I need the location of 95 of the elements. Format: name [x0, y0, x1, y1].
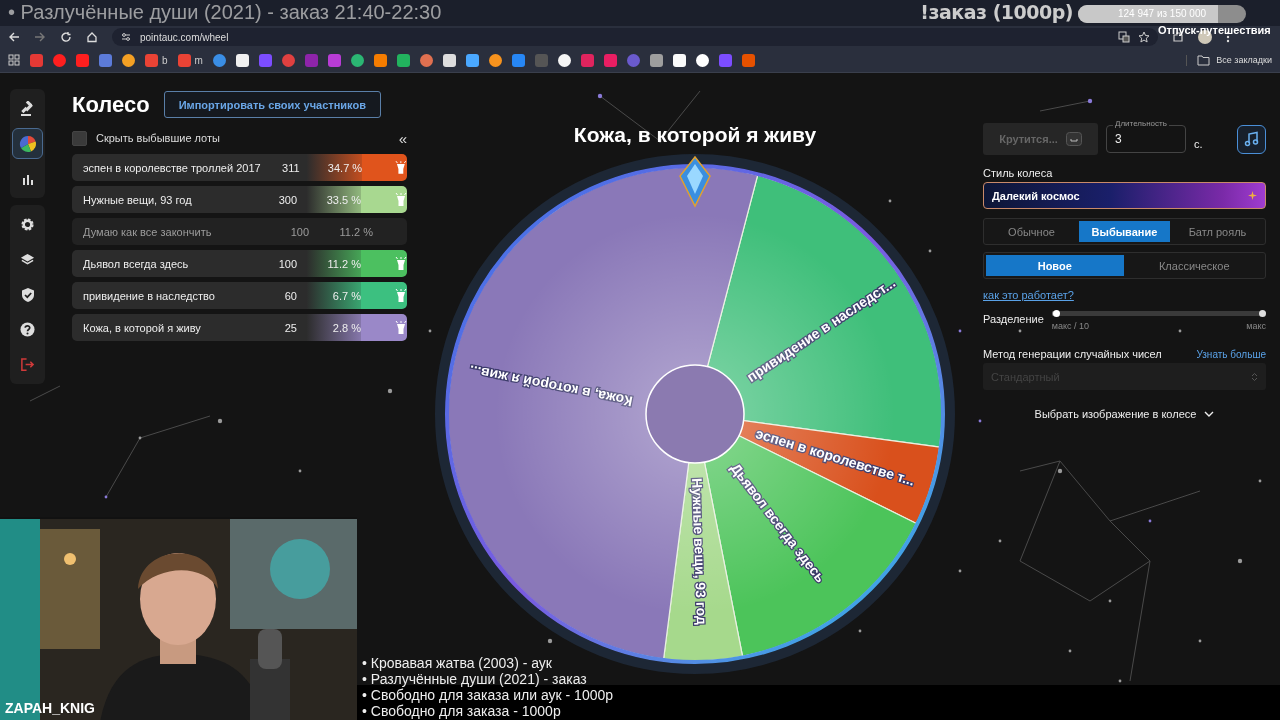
all-bookmarks-link[interactable]: Все закладки	[1216, 55, 1272, 65]
schedule-line: • Свободно для заказа - 1000р	[362, 703, 562, 719]
bookmark-icon[interactable]	[465, 53, 479, 67]
image-picker-button[interactable]: Выбрать изображение в колесе	[1034, 408, 1215, 420]
slider-handle[interactable]	[1053, 310, 1061, 317]
order-label: !заказ (1000р)	[920, 1, 1073, 23]
lot-row[interactable]: привидение в наследство 60 6.7 %	[72, 282, 407, 309]
home-icon[interactable]	[86, 31, 98, 43]
lightbulb-icon[interactable]	[395, 160, 407, 175]
lot-percent: 2.8 %	[331, 321, 361, 334]
lot-row[interactable]: Думаю как все закончить 100 11.2 %	[72, 218, 407, 245]
sparkle-icon	[1248, 191, 1257, 200]
field-label: Метод генерации случайных чисел	[983, 348, 1162, 360]
collapse-button[interactable]: «	[398, 129, 407, 147]
music-button[interactable]	[1237, 124, 1266, 154]
layers-icon	[20, 252, 35, 267]
mode-tab[interactable]: Батл рояль	[1172, 221, 1263, 242]
bookmark-icon[interactable]	[442, 53, 456, 67]
bookmark-icon[interactable]	[695, 53, 709, 67]
lot-percent: 11.2 %	[338, 225, 373, 238]
page-title: Колесо	[72, 91, 150, 118]
winner-title: Кожа, в которой я живу	[573, 123, 817, 148]
lot-amount: 300	[277, 193, 297, 206]
apps-grid-icon[interactable]	[8, 54, 20, 66]
lot-percent: 33.5 %	[325, 193, 361, 206]
bookmark-icon[interactable]	[122, 53, 135, 67]
bookmark-label[interactable]: b	[162, 54, 168, 66]
lot-name: привидение в наследство	[83, 289, 216, 302]
bookmark-label[interactable]: m	[194, 54, 203, 66]
lot-row[interactable]: Нужные вещи, 93 год 300 33.5 %	[72, 186, 407, 213]
space-key-icon	[1065, 132, 1082, 146]
lot-name: Кожа, в которой я живу	[83, 321, 202, 334]
reload-icon[interactable]	[60, 31, 72, 43]
lot-amount: 60	[283, 289, 297, 302]
lot-row[interactable]: Дьявол всегда здесь 100 11.2 %	[72, 250, 407, 277]
slider-max-label: макс	[1246, 321, 1266, 331]
variant-tab[interactable]: Классическое	[1125, 255, 1263, 276]
lot-amount: 100	[277, 257, 297, 270]
site-info-icon[interactable]	[120, 31, 132, 43]
bookmark-icon[interactable]	[235, 53, 249, 67]
lot-name: эспен в королевстве троллей 2017	[83, 161, 261, 174]
gavel-icon	[19, 100, 36, 117]
stream-title: • Разлучённые души (2021) - заказ 21:40-22:30	[8, 0, 442, 24]
pointer-icon	[679, 155, 711, 208]
help-link[interactable]: как это работает?	[983, 289, 1074, 301]
slice-label: Кожа, в которой я жив...	[467, 362, 634, 410]
slice-label: Нужные вещи, 93 год	[689, 477, 710, 625]
lot-amount: 25	[283, 321, 297, 334]
variant-tab[interactable]: Новое	[986, 255, 1124, 276]
back-icon[interactable]	[8, 31, 20, 43]
help-icon	[20, 322, 35, 337]
lot-row[interactable]: Кожа, в которой я живу 25 2.8 %	[72, 314, 407, 341]
lot-amount: 311	[281, 161, 300, 174]
forward-icon[interactable]	[34, 31, 46, 43]
bookmark-icon[interactable]	[557, 53, 571, 67]
streamer-name: ZAPAH_KNIG	[5, 700, 95, 716]
slider-label: Разделение	[983, 313, 1044, 325]
translate-icon[interactable]	[1118, 31, 1130, 43]
music-note-icon	[1243, 131, 1260, 147]
lot-percent: 6.7 %	[331, 289, 361, 302]
mode-tab[interactable]: Обычное	[986, 221, 1077, 242]
bookmark-icon[interactable]	[672, 53, 686, 67]
lot-name: Дьявол всегда здесь	[83, 257, 190, 270]
field-label: Стиль колеса	[983, 167, 1054, 179]
unit-label: с.	[1194, 138, 1203, 150]
updown-icon	[1251, 371, 1258, 382]
lightbulb-icon[interactable]	[395, 320, 407, 335]
url-text: pointauc.com/wheel	[140, 31, 229, 43]
lot-amount: 100	[289, 225, 309, 238]
logout-icon	[20, 357, 35, 372]
slider-track[interactable]	[1051, 311, 1266, 316]
goal-caption: Отпуск-путешествия	[1158, 24, 1271, 36]
star-icon[interactable]	[1138, 31, 1150, 43]
address-bar[interactable]: pointauc.com/wheel	[112, 28, 1158, 46]
bookmark-icon[interactable]	[488, 53, 502, 67]
schedule-line: • Разлучённые души (2021) - заказ	[362, 671, 588, 687]
mode-tab[interactable]: Выбывание	[1079, 221, 1170, 242]
schedule-line: • Свободно для заказа или аук - 1000р	[362, 687, 614, 703]
slider-min-label: макс / 10	[1051, 321, 1090, 331]
lot-row[interactable]: эспен в королевстве троллей 2017 311 34.7 %	[72, 154, 407, 181]
lot-percent: 11.2 %	[326, 257, 361, 270]
shield-icon	[20, 286, 35, 303]
lot-name: Думаю как все закончить	[83, 225, 213, 238]
wheel-style-select[interactable]: Далекий космос	[983, 182, 1266, 209]
chevron-down-icon	[1204, 410, 1215, 418]
import-button[interactable]: Импортировать своих участников	[163, 91, 381, 118]
lot-percent: 34.7 %	[326, 161, 363, 174]
settings-icon	[20, 217, 35, 232]
lot-name: Нужные вещи, 93 год	[83, 193, 193, 206]
checkbox-label[interactable]: Скрыть выбывшие лоты	[96, 132, 220, 144]
folder-icon[interactable]	[1197, 54, 1211, 66]
checkbox[interactable]	[72, 130, 87, 146]
schedule-line: • Кровавая жатва (2003) - аук	[362, 655, 553, 671]
sidebar-button[interactable]	[12, 128, 43, 159]
pie-chart-icon	[18, 134, 37, 153]
